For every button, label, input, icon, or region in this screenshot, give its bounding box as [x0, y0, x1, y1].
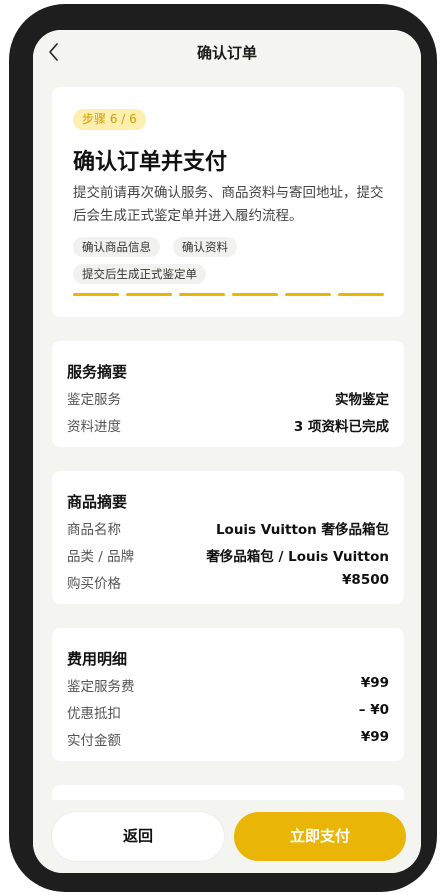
discount-value: – ¥0 [358, 702, 389, 718]
product-name-value: Louis Vuitton 奢侈品箱包 [215, 522, 389, 538]
category-brand-label: 品类 / 品牌 [67, 549, 135, 565]
materials-progress-value: 3 项资料已完成 [293, 419, 389, 435]
service-summary-card: 服务摘要 鉴定服务 实物鉴定 资料进度 3 项资料已完成 [52, 341, 404, 447]
nav-bar: 确认订单 [33, 30, 421, 74]
step-badge: 步骤 6 / 6 [73, 109, 146, 130]
product-summary-title: 商品摘要 [67, 493, 128, 511]
pay-now-button[interactable]: 立即支付 [234, 812, 406, 861]
amount-paid-label: 实付金额 [67, 733, 121, 749]
fee-details-card: 费用明细 鉴定服务费 ¥99 优惠抵扣 – ¥0 实付金额 ¥99 [52, 628, 404, 761]
progress-segment [338, 293, 384, 296]
bottom-action-bar: 返回 立即支付 [33, 800, 421, 873]
purchase-price-value: ¥8500 [342, 572, 389, 588]
category-brand-value: 奢侈品箱包 / Louis Vuitton [206, 549, 389, 565]
service-fee-label: 鉴定服务费 [67, 679, 135, 695]
progress-segment [285, 293, 331, 296]
purchase-price-label: 购买价格 [67, 576, 121, 592]
service-value: 实物鉴定 [335, 392, 389, 408]
progress-segment [179, 293, 225, 296]
fee-details-title: 费用明细 [67, 650, 128, 668]
progress-segment [73, 293, 119, 296]
progress-segment [126, 293, 172, 296]
progress-segment [232, 293, 278, 296]
product-summary-card: 商品摘要 商品名称 Louis Vuitton 奢侈品箱包 品类 / 品牌 奢侈… [52, 471, 404, 604]
hero-title: 确认订单并支付 [73, 150, 228, 175]
tag-confirm-materials: 确认资料 [173, 237, 237, 257]
tag-confirm-product: 确认商品信息 [73, 237, 160, 257]
product-name-label: 商品名称 [67, 522, 121, 538]
service-fee-value: ¥99 [360, 675, 389, 691]
discount-label: 优惠抵扣 [67, 706, 121, 722]
tag-generate-order: 提交后生成正式鉴定单 [73, 264, 206, 284]
hero-description: 提交前请再次确认服务、商品资料与寄回地址，提交后会生成正式鉴定单并进入履约流程。 [73, 185, 384, 224]
back-button[interactable]: 返回 [52, 812, 224, 861]
screen: 确认订单 步骤 6 / 6 确认订单并支付 提交前请再次确认服务、商品资料与寄回… [33, 30, 421, 873]
amount-paid-value: ¥99 [360, 729, 389, 745]
service-summary-title: 服务摘要 [67, 363, 128, 381]
step-card: 步骤 6 / 6 确认订单并支付 提交前请再次确认服务、商品资料与寄回地址，提交… [52, 87, 404, 317]
service-label: 鉴定服务 [67, 392, 121, 408]
materials-progress-label: 资料进度 [67, 419, 121, 435]
page-title: 确认订单 [196, 44, 257, 62]
